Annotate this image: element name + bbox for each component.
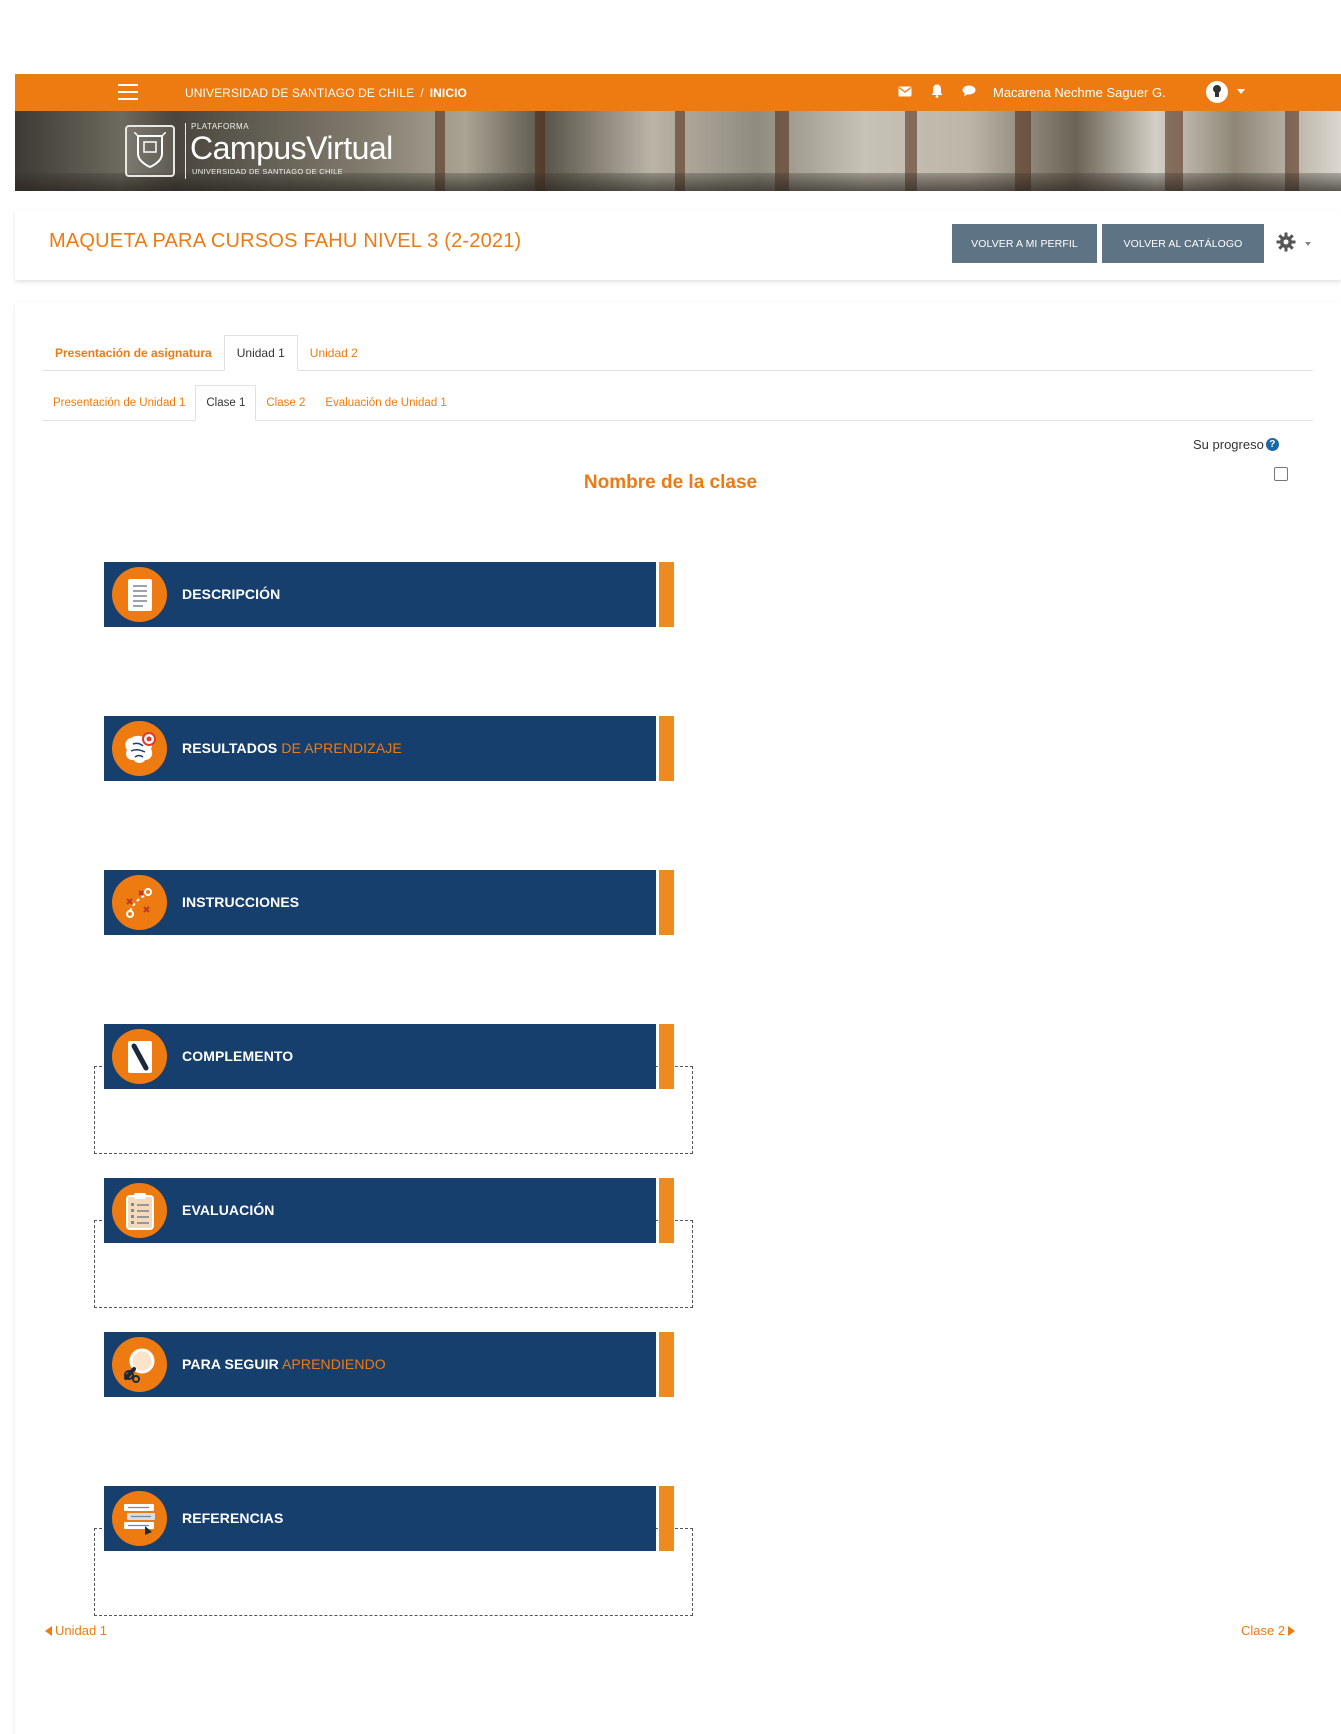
campus-virtual-logo[interactable]: CampusVirtual <box>190 130 393 166</box>
tab-clase-1[interactable]: Clase 1 <box>195 385 257 421</box>
activity-instrucciones[interactable]: INSTRUCCIONES <box>104 870 674 935</box>
breadcrumb-root[interactable]: UNIVERSIDAD DE SANTIAGO DE CHILE <box>185 86 414 100</box>
course-header: MAQUETA PARA CURSOS FAHU NIVEL 3 (2-2021… <box>15 210 1341 280</box>
user-avatar-icon[interactable] <box>1206 81 1228 103</box>
unit-tabs: Presentación de asignatura Unidad 1 Unid… <box>43 335 1313 371</box>
activity-label: REFERENCIAS <box>182 1510 284 1526</box>
triangle-right-icon <box>1288 1625 1296 1636</box>
pencil-icon <box>112 1029 167 1084</box>
tab-evaluacion-unidad-1[interactable]: Evaluación de Unidad 1 <box>315 385 456 420</box>
logo-subtitle: UNIVERSIDAD DE SANTIAGO DE CHILE <box>192 167 343 176</box>
books-icon <box>112 1491 167 1546</box>
activity-label: RESULTADOS DE APRENDIZAJE <box>182 740 402 756</box>
top-icons <box>897 83 977 99</box>
campus-banner: PLATAFORMA CampusVirtual UNIVERSIDAD DE … <box>15 111 1341 191</box>
activity-para-seguir-aprendiendo[interactable]: PARA SEGUIR APRENDIENDO <box>104 1332 674 1397</box>
back-to-catalog-button[interactable]: VOLVER AL CATÁLOGO <box>1102 224 1264 263</box>
menu-icon[interactable] <box>118 84 138 100</box>
activity-label: PARA SEGUIR APRENDIENDO <box>182 1356 386 1372</box>
user-name[interactable]: Macarena Nechme Saguer G. <box>993 85 1166 100</box>
activity-referencias[interactable]: REFERENCIAS <box>104 1486 674 1551</box>
tab-presentacion-unidad-1[interactable]: Presentación de Unidad 1 <box>43 385 195 420</box>
next-section-link[interactable]: Clase 2 <box>1241 1623 1296 1638</box>
section-title: Nombre de la clase <box>583 472 758 493</box>
progress-label: Su progreso ? <box>1193 437 1279 452</box>
logo-divider <box>185 123 186 179</box>
gear-caret-icon[interactable] <box>1305 242 1311 246</box>
gear-icon[interactable] <box>1276 232 1296 252</box>
magnifier-gears-icon <box>112 1337 167 1392</box>
activity-resultados-aprendizaje[interactable]: RESULTADOS DE APRENDIZAJE <box>104 716 674 781</box>
prev-section-link[interactable]: Unidad 1 <box>45 1623 107 1638</box>
activity-descripcion[interactable]: DESCRIPCIÓN <box>104 562 674 627</box>
brain-target-icon <box>112 721 167 776</box>
breadcrumb-separator: / <box>420 86 424 100</box>
activity-label: EVALUACIÓN <box>182 1202 275 1218</box>
chat-icon[interactable] <box>961 83 977 99</box>
strategy-icon <box>112 875 167 930</box>
course-title: MAQUETA PARA CURSOS FAHU NIVEL 3 (2-2021… <box>49 230 522 252</box>
breadcrumb: UNIVERSIDAD DE SANTIAGO DE CHILE / INICIO <box>185 86 467 100</box>
back-to-profile-button[interactable]: VOLVER A MI PERFIL <box>952 224 1097 263</box>
tab-unidad-2[interactable]: Unidad 2 <box>298 335 370 370</box>
tab-unidad-1[interactable]: Unidad 1 <box>223 335 298 371</box>
top-navbar: UNIVERSIDAD DE SANTIAGO DE CHILE / INICIO … <box>15 74 1341 111</box>
envelope-icon[interactable] <box>897 83 913 99</box>
activity-complemento[interactable]: COMPLEMENTO <box>104 1024 674 1089</box>
activity-label: DESCRIPCIÓN <box>182 586 281 602</box>
course-content: Presentación de asignatura Unidad 1 Unid… <box>15 302 1341 1734</box>
breadcrumb-current[interactable]: INICIO <box>430 86 467 100</box>
tab-clase-2[interactable]: Clase 2 <box>256 385 315 420</box>
tab-presentacion-asignatura[interactable]: Presentación de asignatura <box>43 335 224 370</box>
bell-icon[interactable] <box>929 83 945 99</box>
class-tabs: Presentación de Unidad 1 Clase 1 Clase 2… <box>43 385 1313 421</box>
activity-label: INSTRUCCIONES <box>182 894 300 910</box>
document-icon <box>112 567 167 622</box>
university-crest-logo[interactable] <box>125 125 175 177</box>
activity-evaluacion[interactable]: EVALUACIÓN <box>104 1178 674 1243</box>
help-icon[interactable]: ? <box>1265 438 1279 451</box>
clipboard-icon <box>112 1183 167 1238</box>
caret-down-icon[interactable] <box>1237 89 1245 94</box>
progress-text: Su progreso <box>1193 437 1264 452</box>
triangle-left-icon <box>45 1625 52 1636</box>
activity-label: COMPLEMENTO <box>182 1048 294 1064</box>
